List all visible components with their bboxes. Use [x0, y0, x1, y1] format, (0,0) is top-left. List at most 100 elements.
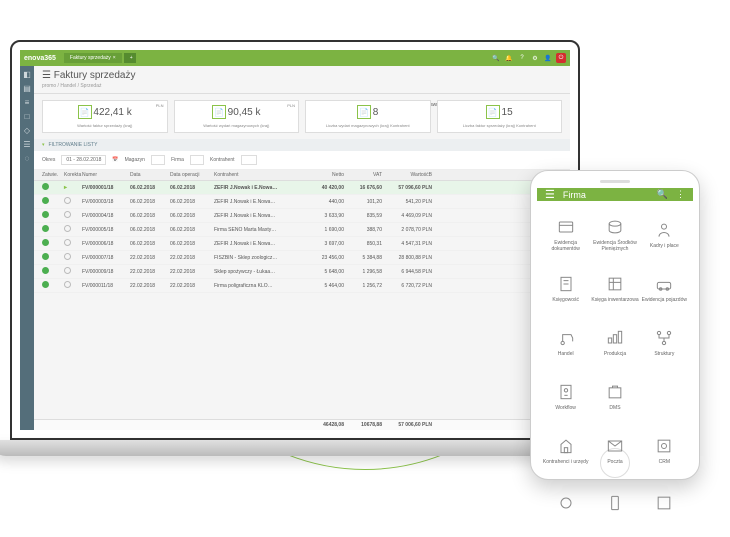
contractor-field[interactable]: [241, 155, 258, 165]
table-row[interactable]: FV/000004/1806.02.201806.02.2018 ZEFIR J…: [34, 209, 570, 223]
tab-add-button[interactable]: +: [124, 53, 136, 63]
phone-app-item[interactable]: Ewidencja dokumentów: [541, 207, 590, 261]
table-row[interactable]: FV/000005/1806.02.201806.02.2018 Firma S…: [34, 223, 570, 237]
phone-app-item[interactable]: Kadry i płace: [640, 207, 689, 261]
phone-header: ☰ Firma 🔍 ⋮: [537, 188, 693, 201]
data-table: Zatwie.KorektaNumerDataData operacjiKont…: [34, 170, 570, 430]
sidebar-item[interactable]: ≡: [20, 98, 34, 112]
document-icon: 📄: [212, 105, 226, 119]
kpi-row: PLN 📄 422,41 k Wartość faktur sprzedaży …: [34, 94, 570, 139]
more-icon[interactable]: ⋮: [676, 189, 685, 200]
app-icon: [556, 328, 576, 348]
phone-app-item[interactable]: DMS: [590, 369, 639, 423]
power-icon[interactable]: ⏻: [556, 53, 566, 63]
brand-logo: enova365: [24, 55, 56, 62]
table-row[interactable]: ▸ FV/000001/1806.02.201806.02.2018 ZEFIR…: [34, 181, 570, 195]
company-field[interactable]: [190, 155, 204, 165]
menu-icon[interactable]: ☰: [545, 188, 555, 201]
app-icon: [605, 274, 625, 294]
phone-app-item[interactable]: Poczta: [590, 423, 639, 477]
phone-app-item[interactable]: Księgowość: [541, 261, 590, 315]
phone-app-item[interactable]: CRM: [640, 423, 689, 477]
sidebar-item[interactable]: ☰: [20, 140, 34, 154]
play-icon: ▸: [64, 185, 67, 191]
kpi-card[interactable]: 📄 8 Liczba wydań magazynowych (kraj) Kon…: [305, 100, 431, 133]
filter-label: Okres: [42, 157, 55, 163]
phone-title: Firma: [563, 190, 586, 200]
app-icon: [605, 328, 625, 348]
tab-invoices[interactable]: Faktury sprzedaży ×: [64, 53, 122, 63]
sidebar-item[interactable]: □: [20, 112, 34, 126]
kpi-card[interactable]: PLN 📄 422,41 k Wartość faktur sprzedaży …: [42, 100, 168, 133]
status-dot-icon: [42, 197, 49, 204]
table-row[interactable]: FV/000007/1822.02.201822.02.2018 FISZBIN…: [34, 251, 570, 265]
sidebar: ◧ ▤ ≡ □ ◇ ☰ ◌: [20, 66, 34, 430]
filter-label: Magazyn: [125, 157, 145, 163]
status-dot-icon: [42, 239, 49, 246]
titlebar: enova365 Faktury sprzedaży × + 🔍 🔔 ? ⚙ 👤…: [20, 50, 570, 66]
date-range-field[interactable]: 01 - 28.02.2018: [61, 155, 106, 165]
search-icon[interactable]: 🔍: [491, 53, 501, 63]
unchecked-icon: [64, 267, 71, 274]
table-row[interactable]: FV/000011/1822.02.201822.02.2018 Firma p…: [34, 279, 570, 293]
app-icon: [556, 274, 576, 294]
sidebar-item[interactable]: ◧: [20, 70, 34, 84]
app-icon: [654, 385, 674, 405]
phone-app-item[interactable]: [640, 477, 689, 531]
status-dot-icon: [42, 267, 49, 274]
app-icon: [605, 436, 625, 456]
phone-grid: Ewidencja dokumentów Ewidencja Środków P…: [537, 201, 693, 537]
user-icon[interactable]: 👤: [543, 53, 553, 63]
close-icon: ×: [113, 55, 116, 61]
filter-bar[interactable]: ▾ FILTROWANIE LISTY: [34, 139, 570, 151]
gear-icon[interactable]: ⚙: [530, 53, 540, 63]
sidebar-item[interactable]: ▤: [20, 84, 34, 98]
phone-frame: ☰ Firma 🔍 ⋮ Ewidencja dokumentów Ewidenc…: [530, 170, 700, 480]
breadcrumb: promo / Handel / Sprzedaż: [42, 83, 562, 89]
filter-label: Firma: [171, 157, 184, 163]
unchecked-icon: [64, 197, 71, 204]
warehouse-field[interactable]: [151, 155, 165, 165]
filter-label: Kontrahent: [210, 157, 234, 163]
unchecked-icon: [64, 253, 71, 260]
table-header: Zatwie.KorektaNumerDataData operacjiKont…: [34, 170, 570, 181]
phone-app-item[interactable]: Księga inwentarzowa: [590, 261, 639, 315]
table-footer: 46428,0810678,8857 006,60 PLN: [34, 419, 570, 430]
phone-app-item[interactable]: Struktury: [640, 315, 689, 369]
search-icon[interactable]: 🔍: [657, 189, 668, 200]
document-icon: 📄: [486, 105, 500, 119]
phone-app-item[interactable]: Handel: [541, 315, 590, 369]
kpi-card[interactable]: 📄 15 Liczba faktur sprzedaży (kraj) Kont…: [437, 100, 563, 133]
phone-app-item[interactable]: [640, 369, 689, 423]
phone-app-item[interactable]: Produkcja: [590, 315, 639, 369]
document-icon: 📄: [78, 105, 92, 119]
table-row[interactable]: FV/000003/1806.02.201806.02.2018 ZEFIR J…: [34, 195, 570, 209]
app-icon: [556, 493, 576, 513]
kpi-card[interactable]: PLN 📄 90,45 k Wartość wydań magazynowych…: [174, 100, 300, 133]
status-dot-icon: [42, 211, 49, 218]
chevron-down-icon: ▾: [42, 142, 45, 148]
app-icon: [605, 217, 625, 237]
phone-app-item[interactable]: [590, 477, 639, 531]
phone-app-item[interactable]: Ewidencja Środków Pieniężnych: [590, 207, 639, 261]
table-row[interactable]: FV/000009/1822.02.201822.02.2018 Sklep s…: [34, 265, 570, 279]
phone-app-item[interactable]: Workflow: [541, 369, 590, 423]
phone-app-item[interactable]: [541, 477, 590, 531]
app-icon: [556, 382, 576, 402]
table-row[interactable]: FV/000006/1806.02.201806.02.2018 ZEFIR J…: [34, 237, 570, 251]
unchecked-icon: [64, 239, 71, 246]
calendar-icon[interactable]: 📅: [112, 157, 118, 163]
page-title: ☰ Faktury sprzedaży: [42, 70, 562, 81]
status-dot-icon: [42, 225, 49, 232]
sidebar-item[interactable]: ◌: [20, 154, 34, 168]
help-icon[interactable]: ?: [517, 53, 527, 63]
bell-icon[interactable]: 🔔: [504, 53, 514, 63]
status-dot-icon: [42, 253, 49, 260]
app-icon: [654, 220, 674, 240]
sidebar-item[interactable]: ◇: [20, 126, 34, 140]
filters: Okres 01 - 28.02.2018 📅 Magazyn Firma Ko…: [34, 151, 570, 170]
phone-app-item[interactable]: Ewidencja pojazdów: [640, 261, 689, 315]
app-icon: [605, 493, 625, 513]
status-dot-icon: [42, 183, 49, 190]
phone-app-item[interactable]: Kontrahenci i urzędy: [541, 423, 590, 477]
